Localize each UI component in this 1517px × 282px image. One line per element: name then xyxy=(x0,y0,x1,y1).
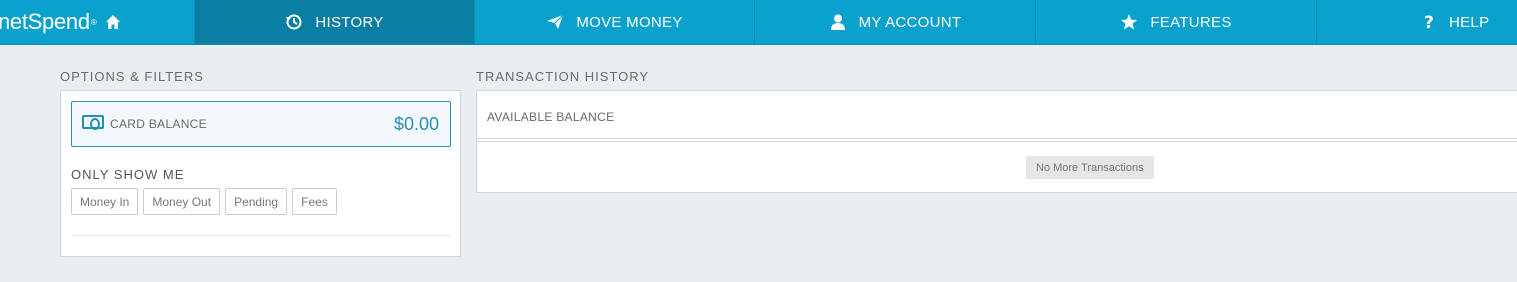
brand-registered-mark: ® xyxy=(90,17,97,27)
nav-tab-help[interactable]: ? HELP xyxy=(1317,0,1517,44)
svg-text:?: ? xyxy=(1424,13,1434,31)
home-icon[interactable] xyxy=(105,14,121,30)
nav-tab-my-account[interactable]: MY ACCOUNT xyxy=(755,0,1035,44)
panel-divider xyxy=(71,235,451,236)
nav-tab-history[interactable]: HISTORY xyxy=(195,0,474,44)
transaction-history-panel: AVAILABLE BALANCE No More Transactions xyxy=(476,90,1517,193)
divider xyxy=(477,138,1517,139)
star-icon xyxy=(1120,13,1138,31)
history-icon xyxy=(285,13,303,31)
transaction-history-title: TRANSACTION HISTORY xyxy=(476,69,650,84)
user-icon xyxy=(829,13,847,31)
brand-name: netSpend xyxy=(0,9,90,34)
divider xyxy=(477,141,1517,142)
nav-label-help: HELP xyxy=(1449,13,1490,31)
available-balance-label: AVAILABLE BALANCE xyxy=(487,110,615,124)
options-filters-title: OPTIONS & FILTERS xyxy=(60,69,204,84)
nav-label-history: HISTORY xyxy=(315,13,384,31)
nav-label-move-money: MOVE MONEY xyxy=(576,13,683,31)
nav-tab-move-money[interactable]: MOVE MONEY xyxy=(475,0,754,44)
filter-money-in-button[interactable]: Money In xyxy=(71,188,139,215)
card-balance-box[interactable]: CARD BALANCE $0.00 xyxy=(71,101,451,147)
only-show-me-label: ONLY SHOW ME xyxy=(71,167,185,182)
money-icon xyxy=(82,115,104,130)
top-navigation: netSpend ® HISTORY MOVE MONEY MY ACCOUNT… xyxy=(0,0,1517,45)
filter-buttons: Money In Money Out Pending Fees xyxy=(71,188,337,215)
brand-logo[interactable]: netSpend ® xyxy=(0,0,194,44)
card-balance-label: CARD BALANCE xyxy=(110,117,207,131)
filter-pending-button[interactable]: Pending xyxy=(225,188,288,215)
paper-plane-icon xyxy=(546,13,564,31)
nav-label-my-account: MY ACCOUNT xyxy=(858,13,962,31)
card-balance-amount: $0.00 xyxy=(393,114,439,134)
filters-panel: CARD BALANCE $0.00 ONLY SHOW ME Money In… xyxy=(60,90,461,257)
question-icon: ? xyxy=(1423,13,1435,31)
no-more-transactions-badge: No More Transactions xyxy=(1026,156,1154,179)
filter-money-out-button[interactable]: Money Out xyxy=(143,188,221,215)
nav-label-features: FEATURES xyxy=(1150,13,1232,31)
filter-fees-button[interactable]: Fees xyxy=(292,188,337,215)
nav-tab-features[interactable]: FEATURES xyxy=(1036,0,1316,44)
